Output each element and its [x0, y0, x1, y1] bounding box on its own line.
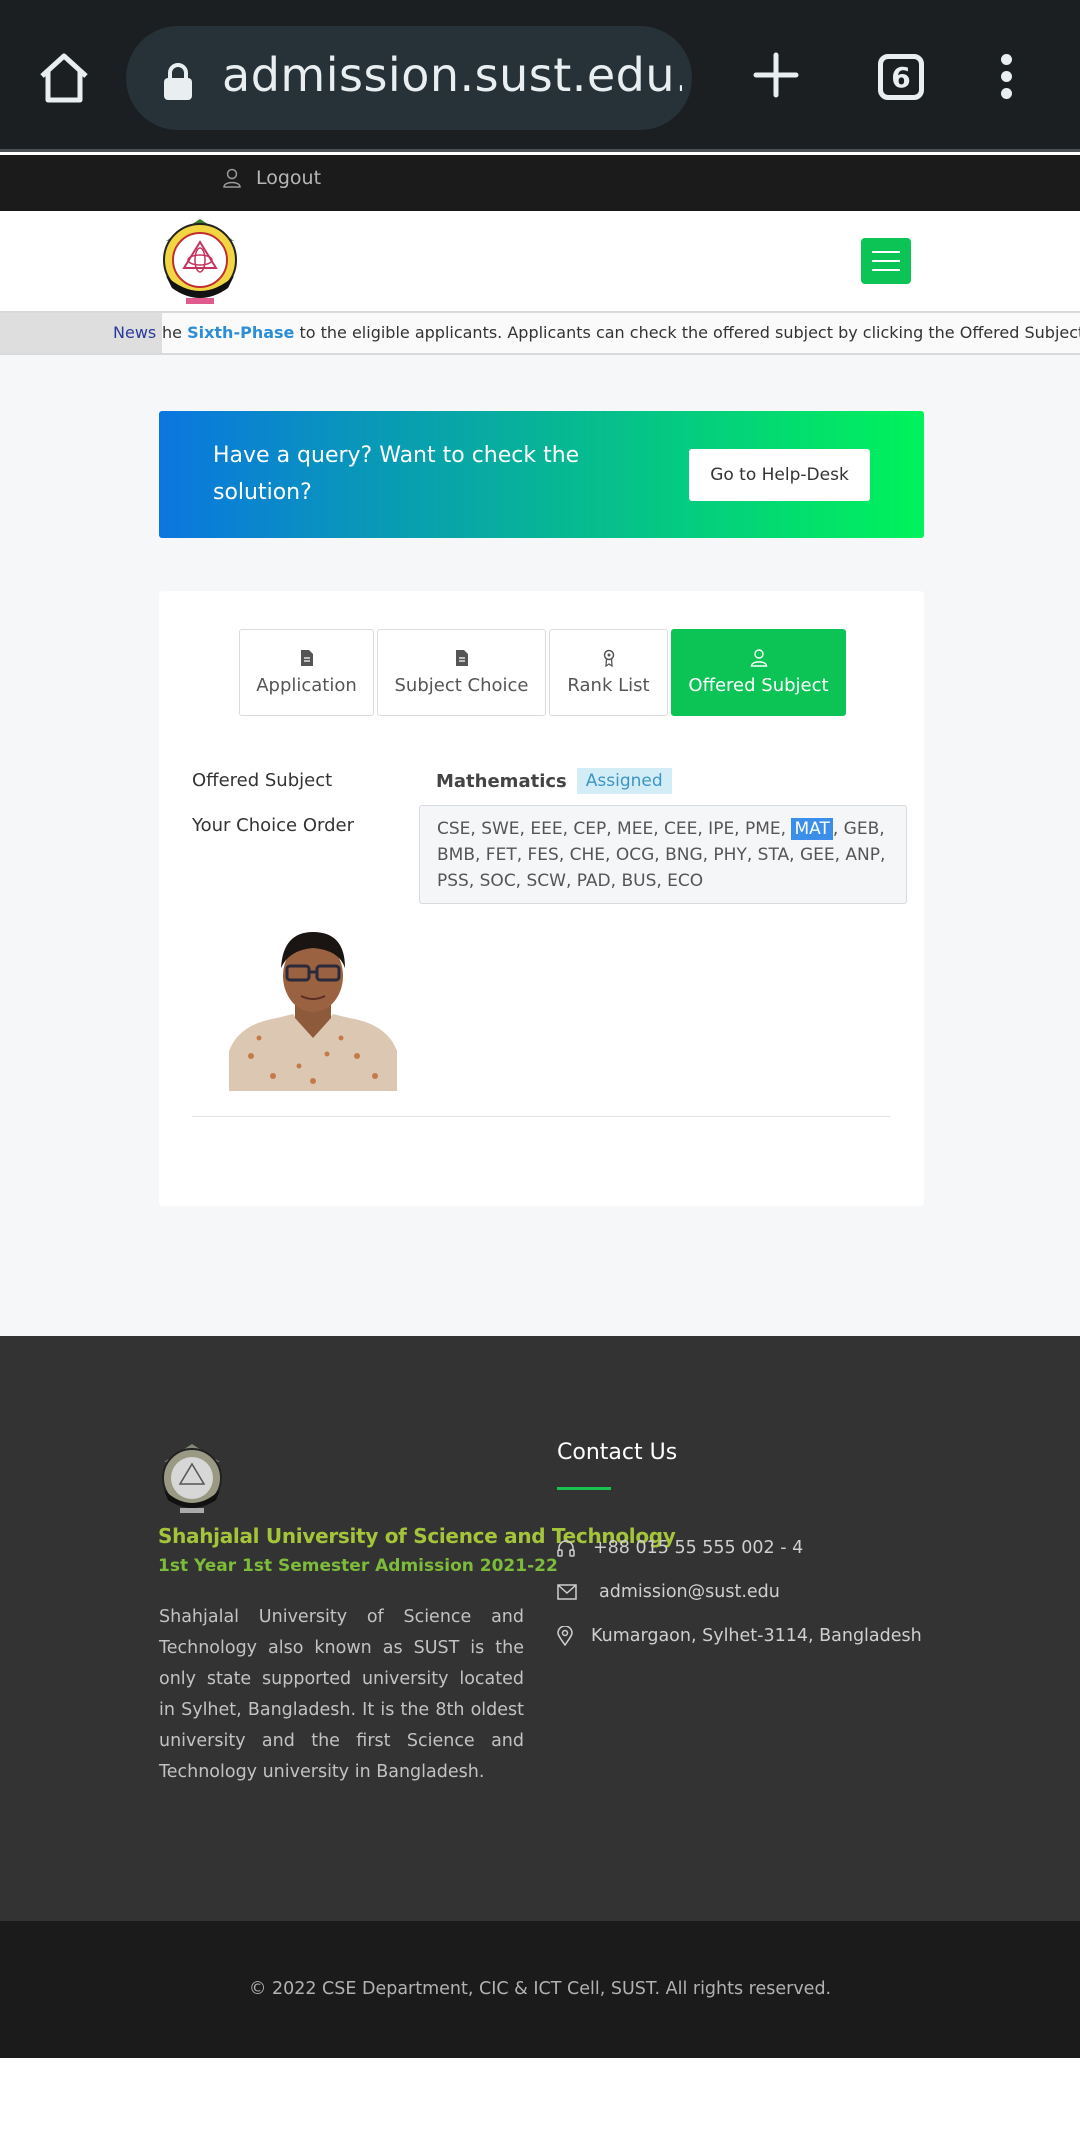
tab-label: Application — [256, 675, 357, 696]
offered-subject-name: Mathematics — [436, 770, 567, 792]
news-text-start: he — [162, 323, 188, 342]
lock-icon — [162, 62, 194, 100]
contact-address: Kumargaon, Sylhet-3114, Bangladesh — [557, 1626, 922, 1646]
news-text: he Sixth-Phase to the eligible applicant… — [162, 323, 1080, 342]
choice-order-label: Your Choice Order — [192, 815, 354, 836]
news-label: News — [0, 313, 162, 353]
news-highlight: Sixth-Phase — [187, 323, 295, 342]
result-card: Application Subject Choice Rank List Off… — [159, 591, 924, 1206]
tab-bar: Application Subject Choice Rank List Off… — [239, 629, 849, 716]
status-badge: Assigned — [576, 768, 672, 794]
copyright-text: © 2022 CSE Department, CIC & ICT Cell, S… — [248, 1979, 832, 1999]
contact-phone-text: +88 015 55 555 002 - 4 — [593, 1538, 804, 1558]
site-footer: Shahjalal University of Science and Tech… — [0, 1336, 1080, 1921]
offered-subject-value: Mathematics Assigned — [436, 768, 672, 794]
applicant-photo — [229, 926, 397, 1091]
tab-label: Offered Subject — [688, 675, 829, 696]
browser-toolbar: admission.sust.edu.bd/ 6 — [0, 0, 1080, 152]
help-banner: Have a query? Want to check the solution… — [159, 411, 924, 538]
contact-phone[interactable]: +88 015 55 555 002 - 4 — [557, 1538, 803, 1558]
headphones-icon — [557, 1540, 575, 1557]
home-icon[interactable] — [38, 52, 90, 104]
choice-order-list: CSE, SWE, EEE, CEP, MEE, CEE, IPE, PME, … — [419, 805, 907, 904]
user-icon — [750, 649, 767, 667]
url-text: admission.sust.edu.bd/ — [222, 48, 682, 102]
contact-email[interactable]: admission@sust.edu — [557, 1582, 780, 1602]
tab-label: Subject Choice — [394, 675, 529, 696]
footer-logo — [158, 1442, 226, 1514]
document-icon — [300, 650, 313, 666]
help-text: Have a query? Want to check the solution… — [213, 443, 580, 505]
tab-count: 6 — [891, 60, 911, 94]
top-bar: Logout — [0, 155, 1080, 211]
tab-label: Rank List — [567, 675, 650, 696]
menu-icon[interactable] — [861, 238, 911, 284]
news-text-end: to the eligible applicants. Applicants c… — [294, 323, 1080, 342]
mail-icon — [557, 1584, 577, 1600]
tab-offered-subject[interactable]: Offered Subject — [671, 629, 846, 716]
footer-description: Shahjalal University of Science and Tech… — [159, 1607, 524, 1782]
tab-rank-list[interactable]: Rank List — [549, 629, 668, 716]
choice-order-start: CSE, SWE, EEE, CEP, MEE, CEE, IPE, PME, — [437, 819, 792, 839]
card-divider — [192, 1116, 890, 1117]
plus-icon[interactable] — [753, 52, 799, 98]
footer-admission-title: 1st Year 1st Semester Admission 2021-22 — [158, 1556, 558, 1576]
offered-subject-label: Offered Subject — [192, 770, 333, 791]
contact-address-text: Kumargaon, Sylhet-3114, Bangladesh — [591, 1626, 922, 1646]
document-icon — [455, 650, 468, 666]
user-icon — [223, 168, 241, 188]
choice-highlight: MAT — [791, 818, 833, 840]
page-bottom-spacer — [0, 2058, 1080, 2136]
tab-subject-choice[interactable]: Subject Choice — [377, 629, 546, 716]
university-logo[interactable] — [158, 216, 242, 306]
contact-title: Contact Us — [557, 1440, 678, 1465]
logout-link[interactable]: Logout — [222, 167, 321, 189]
news-ticker: News he Sixth-Phase to the eligible appl… — [0, 311, 1080, 355]
help-desk-button[interactable]: Go to Help-Desk — [689, 449, 870, 501]
logout-label: Logout — [256, 167, 322, 189]
more-vert-icon[interactable] — [996, 54, 1016, 100]
contact-email-text: admission@sust.edu — [599, 1582, 780, 1602]
address-bar[interactable]: admission.sust.edu.bd/ — [126, 26, 692, 130]
main-content: Have a query? Want to check the solution… — [0, 355, 1080, 1336]
tab-application[interactable]: Application — [239, 629, 374, 716]
contact-underline — [557, 1487, 611, 1490]
site-header — [0, 211, 1080, 311]
location-pin-icon — [557, 1626, 573, 1646]
tabs-icon[interactable]: 6 — [878, 54, 924, 100]
copyright-bar: © 2022 CSE Department, CIC & ICT Cell, S… — [0, 1921, 1080, 2058]
award-icon — [603, 649, 614, 667]
